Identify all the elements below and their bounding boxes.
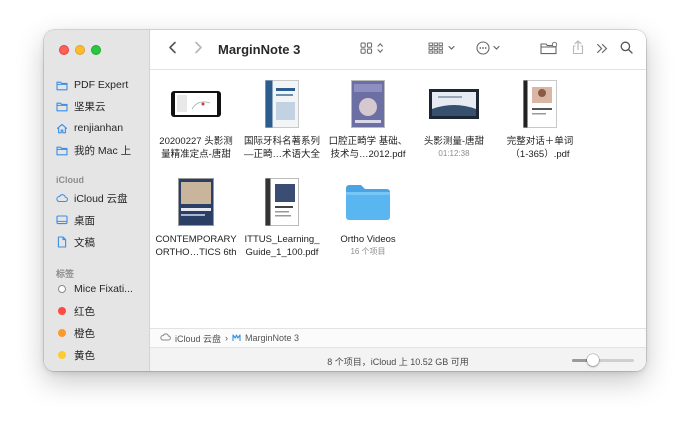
folder-item-count: 16 个项目 [350,246,386,256]
folder-name: Ortho Videos [340,234,396,245]
file-name: 头影测量-唐甜 [423,136,485,147]
cloud-icon [56,192,68,204]
sidebar-item-label: 我的 Mac 上 [74,144,132,157]
icon-size-slider[interactable] [572,354,634,366]
file-thumbnail [153,73,239,135]
file-thumbnail [153,171,239,233]
file-name: 20200227 头影测 量精准定点-唐甜 [159,136,233,160]
path-root[interactable]: iCloud 云盘 [175,332,221,345]
forward-button[interactable] [188,30,208,70]
path-separator: › [225,333,229,343]
path-current[interactable]: MarginNote 3 [245,333,299,343]
file-grid: 20200227 头影测 量精准定点-唐甜 国际牙科名著系列 —正畸…术语大全 口腔… [150,70,646,328]
sidebar-item-on-my-mac[interactable]: 我的 Mac 上 [56,140,131,160]
tag-color-dot [58,285,66,293]
group-grid-icon [428,41,458,59]
sidebar-tag-mice-fixation[interactable]: Mice Fixati... [56,279,133,299]
sidebar-item-label: 文稿 [74,236,95,249]
file-thumbnail [497,73,583,135]
back-button[interactable] [162,30,182,70]
file-thumbnail [411,73,497,135]
chevron-left-icon [168,41,177,59]
file-item[interactable]: 口腔正畸学 基础、 技术与…2012.pdf [325,73,411,161]
file-item[interactable]: 头影测量-唐甜 01:12:38 [411,73,497,159]
tag-color-dot [58,307,66,315]
minimize-window-button[interactable] [75,45,85,55]
sidebar-item-jianguoyun[interactable]: 坚果云 [56,96,106,116]
sidebar-item-pdf-expert[interactable]: PDF Expert [56,75,128,95]
chevron-double-right-icon [596,41,608,59]
desktop-icon [56,214,68,226]
sidebar-item-label: Mice Fixati... [74,283,133,295]
sidebar-tag-yellow[interactable]: 黄色 [56,345,95,365]
sidebar-item-label: 桌面 [74,214,95,227]
status-bar: 8 个项目，iCloud 上 10.52 GB 可用 [150,347,646,371]
document-icon [56,236,68,248]
sidebar-item-home[interactable]: renjianhan [56,118,123,138]
ellipsis-circle-icon [476,40,504,60]
sidebar: PDF Expert 坚果云 renjianhan 我的 Mac 上 iClou… [44,30,150,371]
new-folder-button[interactable] [538,30,560,70]
tag-color-dot [58,351,66,359]
overflow-toolbar-button[interactable] [594,30,610,70]
file-item[interactable]: 20200227 头影测 量精准定点-唐甜 [153,73,239,161]
file-thumbnail [239,171,325,233]
folder-badge-icon [540,41,558,60]
close-window-button[interactable] [59,45,69,55]
file-thumbnail [325,73,411,135]
group-button[interactable] [426,30,460,70]
file-name: 完整对话＋单词 （1-365）.pdf [506,136,574,160]
toolbar: MarginNote 3 [150,30,646,70]
folder-icon [56,100,68,112]
file-item[interactable]: CONTEMPORARY ORTHO…TICS 6th [153,171,239,259]
sidebar-tag-orange[interactable]: 橙色 [56,323,95,343]
folder-icon [56,144,68,156]
sidebar-item-label: renjianhan [74,122,124,134]
sidebar-item-label: 坚果云 [74,100,106,113]
marginnote-app-icon [232,333,241,344]
slider-knob[interactable] [587,354,599,366]
file-name: CONTEMPORARY ORTHO…TICS 6th [155,234,237,258]
sidebar-item-label: 橙色 [74,327,95,340]
sidebar-item-label: iCloud 云盘 [74,192,128,205]
view-mode-button[interactable] [358,30,388,70]
sidebar-item-desktop[interactable]: 桌面 [56,210,95,230]
search-icon [620,41,633,59]
sidebar-item-label: 红色 [74,305,95,318]
sidebar-section-icloud: iCloud [56,175,84,185]
sidebar-item-label: 黄色 [74,349,95,362]
folder-item[interactable]: Ortho Videos 16 个项目 [325,171,411,257]
finder-window: PDF Expert 坚果云 renjianhan 我的 Mac 上 iClou… [44,30,646,371]
file-item[interactable]: 国际牙科名著系列 —正畸…术语大全 [239,73,325,161]
sidebar-item-label: PDF Expert [74,79,129,91]
path-bar: iCloud 云盘 › MarginNote 3 [150,328,646,347]
search-button[interactable] [616,30,636,70]
chevron-right-icon [194,41,203,59]
file-item[interactable]: ITTUS_Learning_ Guide_1_100.pdf [239,171,325,259]
file-item[interactable]: 完整对话＋单词 （1-365）.pdf [497,73,583,161]
file-name: 口腔正畸学 基础、 技术与…2012.pdf [328,136,408,160]
sidebar-item-icloud-drive[interactable]: iCloud 云盘 [56,188,128,208]
window-title: MarginNote 3 [218,42,301,57]
action-menu-button[interactable] [474,30,506,70]
home-icon [56,122,68,134]
file-name: ITTUS_Learning_ Guide_1_100.pdf [244,234,320,258]
zoom-window-button[interactable] [91,45,101,55]
share-button[interactable] [568,30,588,70]
folder-icon [325,171,411,233]
file-name: 国际牙科名著系列 —正畸…术语大全 [243,136,320,160]
cloud-icon [160,333,171,343]
sidebar-tag-red[interactable]: 红色 [56,301,95,321]
sidebar-item-documents[interactable]: 文稿 [56,232,95,252]
tag-color-dot [58,329,66,337]
folder-icon [56,79,68,91]
grid-icon [360,41,386,59]
video-duration: 01:12:38 [438,148,470,158]
share-icon [572,40,584,60]
file-thumbnail [239,73,325,135]
